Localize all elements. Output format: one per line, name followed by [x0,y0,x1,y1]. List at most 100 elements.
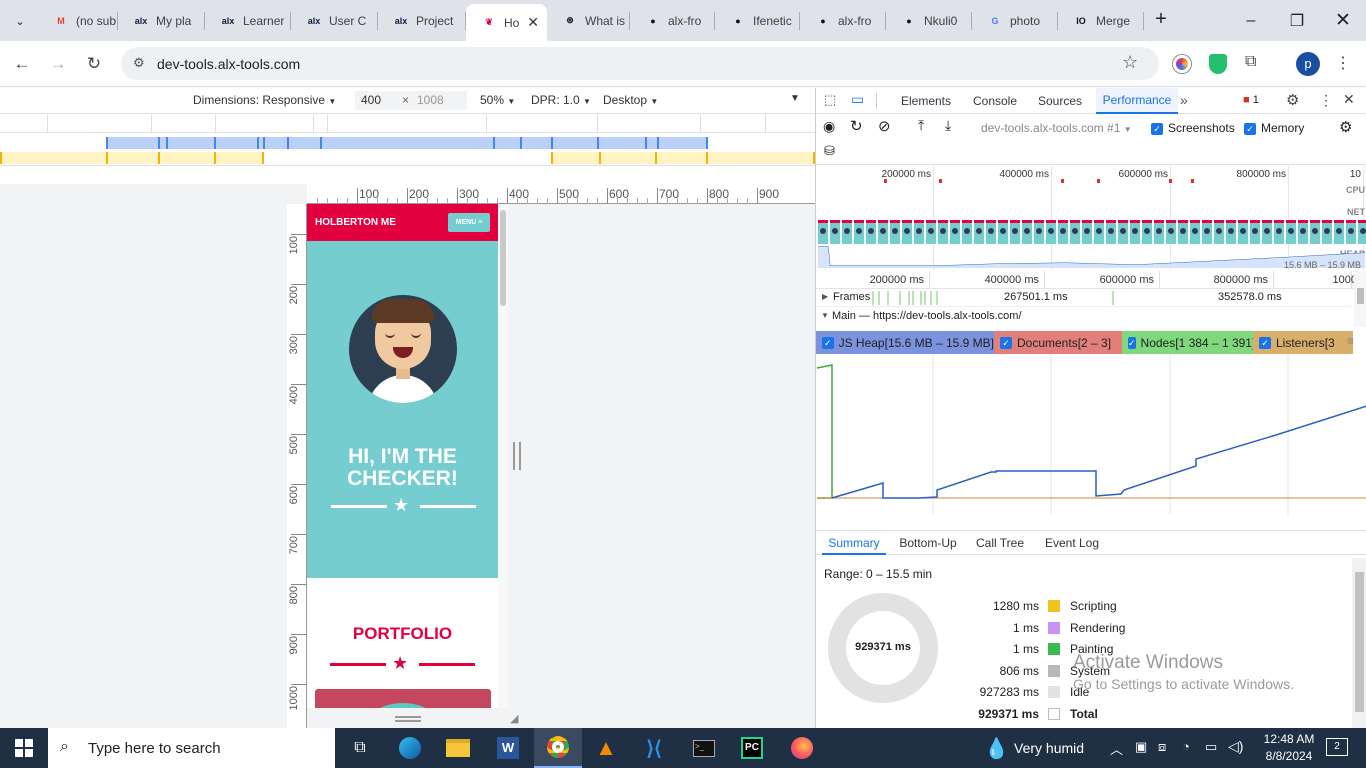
screenshot-thumbnail[interactable] [1262,220,1272,244]
track-scrollbar[interactable] [1354,271,1366,327]
tab-summary[interactable]: Summary [822,531,886,555]
screenshot-thumbnail[interactable] [1358,220,1366,244]
extension-shield-icon[interactable] [1209,54,1227,74]
height-input[interactable]: 1008 [411,91,467,110]
weather-text[interactable]: Very humid [1014,740,1084,756]
screenshot-thumbnail[interactable] [818,220,828,244]
breakpoint-mark[interactable] [166,137,168,149]
breakpoint-mark[interactable] [706,152,708,164]
screenshot-thumbnail[interactable] [1334,220,1344,244]
firefox-icon[interactable] [778,728,826,768]
breakpoint-mark[interactable] [657,137,659,149]
settings-gear-icon[interactable]: ⚙ [1286,91,1299,109]
new-tab-button[interactable]: + [1150,8,1172,32]
screenshot-thumbnail[interactable] [926,220,936,244]
screenshot-thumbnail[interactable] [1154,220,1164,244]
device-mode-select[interactable]: Desktop ▼ [603,93,658,107]
media-query-bar-1[interactable] [0,115,815,133]
notifications-icon[interactable]: 2 [1326,738,1348,756]
word-icon[interactable]: W [484,728,532,768]
screenshot-thumbnail[interactable] [1238,220,1248,244]
screenshot-thumbnail[interactable] [1058,220,1068,244]
browser-tab[interactable]: alx Project [378,0,466,41]
browser-tab[interactable]: ● Ifenetic [715,0,800,41]
frame-bar[interactable] [920,291,922,305]
screenshot-thumbnail[interactable] [1070,220,1080,244]
bookmark-star-icon[interactable]: ☆ [1122,52,1138,73]
breakpoint-mark[interactable] [214,152,216,164]
screenshot-thumbnail[interactable] [1250,220,1260,244]
network-icon[interactable]: ◔ [1182,739,1190,754]
customize-menu-icon[interactable]: ⋮ [1319,92,1333,109]
screenshots-checkbox[interactable]: ✓ Screenshots [1151,121,1235,135]
screenshot-thumbnail[interactable] [1178,220,1188,244]
device-toggle-icon[interactable]: ▭ [851,91,864,108]
breakpoint-mark[interactable] [0,152,2,164]
frame-bar[interactable] [908,291,910,305]
browser-tab[interactable]: M (no sub [38,0,118,41]
screenshot-thumbnail[interactable] [878,220,888,244]
issues-badge[interactable]: ■ 1 [1243,94,1259,106]
legend-menu-icon[interactable]: ≡ [1347,334,1354,348]
browser-tab[interactable]: ● alx-fro [800,0,886,41]
vlc-icon[interactable]: ▲ [582,728,630,768]
breakpoint-mark[interactable] [214,137,216,149]
breakpoint-mark[interactable] [263,137,265,149]
breakpoint-mark[interactable] [551,137,553,149]
media-query-bar-2[interactable] [0,134,815,150]
screenshot-thumbnail[interactable] [1190,220,1200,244]
pycharm-icon[interactable]: PC [728,728,776,768]
tab-event-log[interactable]: Event Log [1036,531,1108,555]
edge-icon[interactable] [386,728,434,768]
restore-button[interactable]: ❐ [1274,0,1320,41]
screenshot-thumbnail[interactable] [866,220,876,244]
expand-arrow-icon[interactable]: ▶ [822,292,828,301]
forward-button[interactable]: → [45,51,71,77]
breakpoint-mark[interactable] [706,137,708,149]
summary-scrollbar[interactable] [1352,558,1366,728]
frame-bar[interactable] [924,291,926,305]
reload-record-icon[interactable]: ↻ [850,117,863,135]
breakpoint-mark[interactable] [287,137,289,149]
long-task-marker[interactable] [1061,179,1064,183]
portfolio-card[interactable] [315,689,491,708]
memory-legend-item[interactable]: ✓ Listeners[3 [1253,331,1353,354]
screenshot-thumbnail[interactable] [1310,220,1320,244]
long-task-marker[interactable] [884,179,887,183]
site-brand[interactable]: HOLBERTON ME [315,217,396,228]
screenshot-thumbnail[interactable] [1322,220,1332,244]
long-task-marker[interactable] [1169,179,1172,183]
frame-bar[interactable] [930,291,932,305]
camera-icon[interactable]: ⧈ [1158,739,1166,755]
tab-performance[interactable]: Performance [1096,88,1178,114]
timeline-overview[interactable]: 200000 ms 400000 ms 600000 ms 800000 ms 10 C… [816,166,1366,270]
long-task-marker[interactable] [939,179,942,183]
volume-icon[interactable]: ◁) [1228,738,1243,755]
site-info-icon[interactable]: ⚙ [133,55,145,71]
clock-date[interactable]: 8/8/2024 [1256,749,1322,763]
screenshot-thumbnail[interactable] [950,220,960,244]
browser-tab[interactable]: alx My pla [118,0,205,41]
screenshot-thumbnail[interactable] [1274,220,1284,244]
breakpoint-mark[interactable] [106,152,108,164]
zoom-select[interactable]: 50% ▼ [480,93,515,107]
frames-track[interactable]: ▶ Frames 267501.1 ms 352578.0 ms [816,289,1351,307]
screenshot-thumbnail[interactable] [998,220,1008,244]
frame-bar[interactable] [887,291,889,305]
garbage-collect-icon[interactable]: ⛁ [824,143,835,159]
screenshot-thumbnail[interactable] [1286,220,1296,244]
screenshot-thumbnail[interactable] [902,220,912,244]
screenshot-thumbnail[interactable] [842,220,852,244]
browser-tab[interactable]: alx Learner [205,0,291,41]
device-toolbar-menu-icon[interactable]: ▼ [790,93,800,104]
long-task-marker[interactable] [1097,179,1100,183]
main-thread-track[interactable]: ▼ Main — https://dev-tools.alx-tools.com… [816,308,1351,326]
breakpoint-mark[interactable] [520,137,522,149]
screenshot-thumbnail[interactable] [974,220,984,244]
frame-bar[interactable] [872,291,874,305]
long-task-marker[interactable] [1191,179,1194,183]
screenshot-thumbnail[interactable] [962,220,972,244]
breakpoint-mark[interactable] [257,137,259,149]
address-bar[interactable]: ⚙ dev-tools.alx-tools.com ☆ [121,47,1159,80]
screenshot-thumbnail[interactable] [1046,220,1056,244]
